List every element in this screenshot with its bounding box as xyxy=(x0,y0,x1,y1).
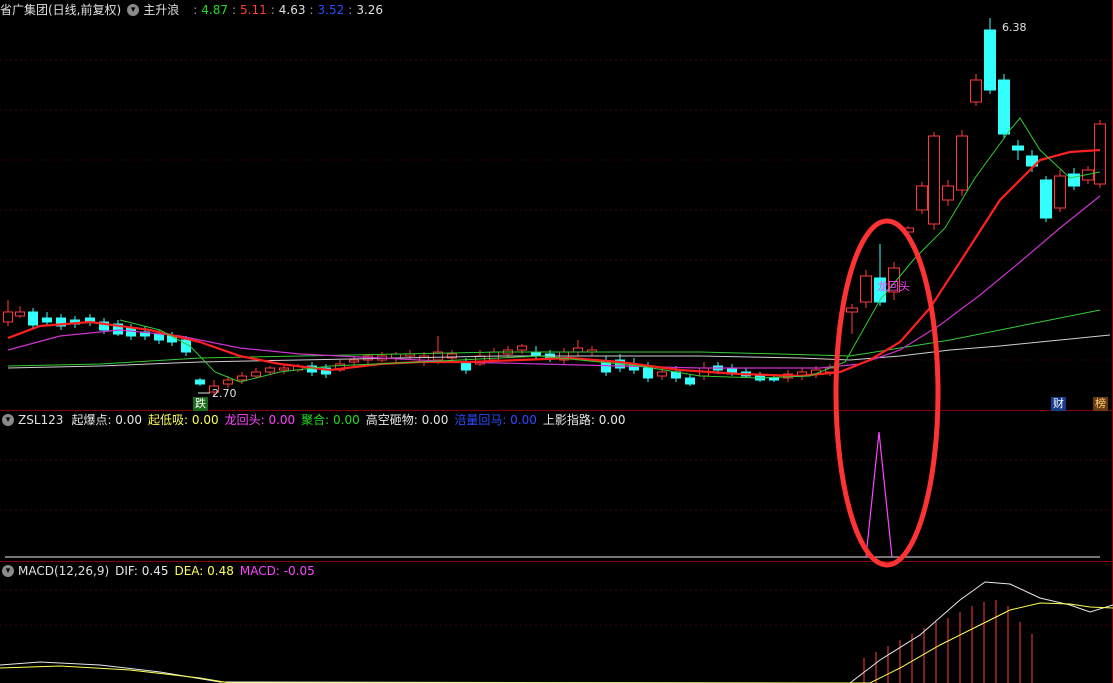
fall-signal-badge: 跌 xyxy=(193,397,208,411)
candle-body xyxy=(846,307,858,313)
macd-value: MACD: -0.05 xyxy=(239,564,315,578)
chevron-down-icon[interactable]: ▾ xyxy=(2,414,14,426)
candle-body xyxy=(42,317,52,323)
bang-badge[interactable]: 榜 xyxy=(1093,397,1108,411)
zsl-item-qidixi: 起低吸: 0.00 xyxy=(148,413,219,427)
candle-body xyxy=(928,135,940,225)
candle-body xyxy=(1040,179,1052,219)
candle-body xyxy=(1054,175,1066,209)
candle-body xyxy=(984,29,996,91)
candle-body xyxy=(1012,145,1024,151)
candle-body xyxy=(279,367,289,371)
zsl-name[interactable]: ZSL123 xyxy=(18,410,63,430)
candle-body xyxy=(685,377,695,385)
dragon-signal-spike xyxy=(865,431,893,558)
candle-body xyxy=(942,185,954,201)
candle-body xyxy=(1068,173,1080,187)
candle-body xyxy=(3,311,13,323)
candle-body xyxy=(825,367,835,373)
candle-body xyxy=(956,135,968,191)
candle-body xyxy=(769,377,779,381)
candle-body xyxy=(916,185,928,211)
candle-body xyxy=(657,371,667,377)
candle-body xyxy=(195,379,205,385)
dragon-signal-label: 龙回头 xyxy=(877,280,910,293)
candle-body xyxy=(223,379,233,385)
candlesticks xyxy=(3,18,1106,396)
candle-body xyxy=(643,367,653,379)
zsl-item-gaokong: 高空砸物: 0.00 xyxy=(365,413,449,427)
candle-body xyxy=(461,361,471,371)
cai-badge[interactable]: 财 xyxy=(1051,397,1066,411)
zsl-item-longhuitou: 龙回头: 0.00 xyxy=(224,413,296,427)
candle-body xyxy=(251,371,261,377)
dif-line xyxy=(0,581,1113,683)
zsl-item-qibao: 起爆点: 0.00 xyxy=(71,413,143,427)
candle-body xyxy=(15,311,25,317)
candle-body xyxy=(998,79,1010,135)
ma-thin-green-line xyxy=(119,117,1101,383)
candle-body xyxy=(154,333,164,341)
candle-body xyxy=(265,367,275,373)
candle-body xyxy=(531,351,541,357)
candle-body xyxy=(601,361,611,373)
candle-body xyxy=(1094,123,1106,185)
grid xyxy=(0,59,1113,626)
candle-body xyxy=(970,79,982,103)
high-price-label: 6.38 xyxy=(1002,21,1027,34)
candle-body xyxy=(28,311,38,326)
zsl-item-juhe: 聚合: 0.00 xyxy=(301,413,360,427)
candle-body xyxy=(573,347,583,353)
zsl-indicator-header: ▾ ZSL123 起爆点: 0.00 起低吸: 0.00 龙回头: 0.00 聚… xyxy=(0,410,629,430)
chevron-down-icon[interactable]: ▾ xyxy=(2,565,14,577)
macd-dif: DIF: 0.45 xyxy=(115,564,169,578)
macd-name[interactable]: MACD(12,26,9) xyxy=(18,561,109,581)
candle-body xyxy=(237,375,247,381)
dea-line xyxy=(0,602,1113,683)
low-price-label: 2.70 xyxy=(212,387,237,400)
candle-body xyxy=(517,345,527,351)
zsl-item-shangying: 上影指路: 0.00 xyxy=(542,413,626,427)
macd-dea: DEA: 0.48 xyxy=(174,564,234,578)
candle-body xyxy=(349,359,359,363)
candle-body xyxy=(860,275,872,303)
macd-indicator-header: ▾ MACD(12,26,9) DIF: 0.45 DEA: 0.48 MACD… xyxy=(0,561,319,581)
zsl-item-beiliang: 涪量回马: 0.00 xyxy=(454,413,537,427)
